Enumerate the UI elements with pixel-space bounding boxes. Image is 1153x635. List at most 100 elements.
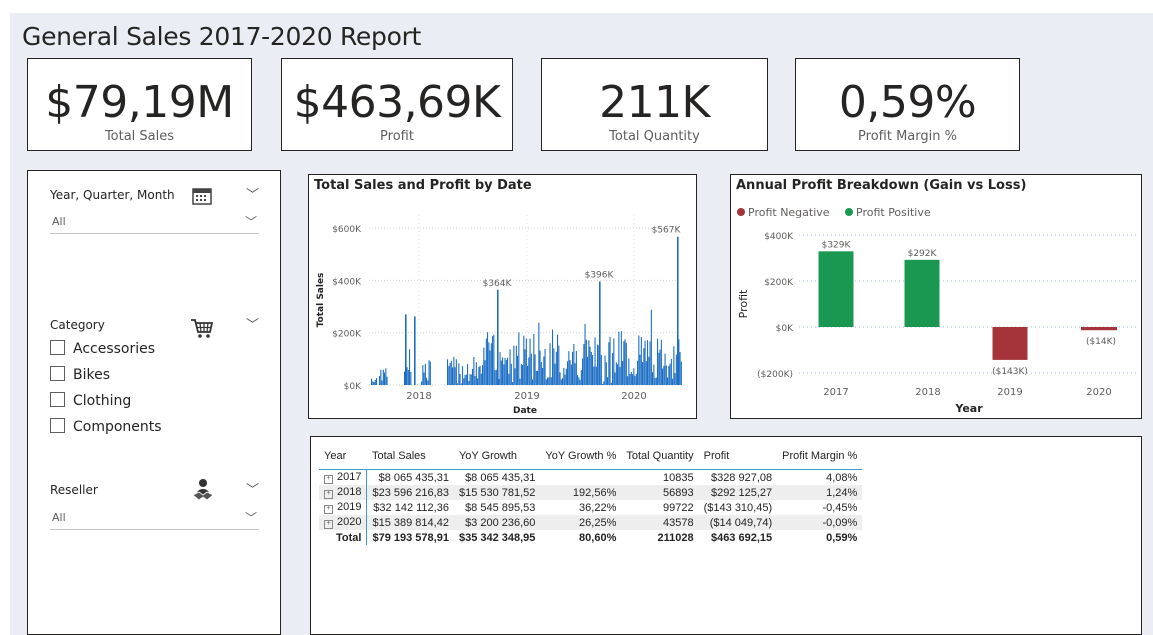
- category-slicer[interactable]: Category ﹀ Accessories Bikes Clothing Co…: [40, 308, 269, 458]
- sales-bar: [562, 378, 564, 385]
- table-row[interactable]: +2019 $32 142 112,36 $8 545 895,53 36,22…: [319, 500, 862, 515]
- table-row[interactable]: +2017 $8 065 435,31 $8 065 435,31 10835 …: [319, 469, 862, 485]
- sales-bar: [610, 382, 612, 385]
- cell: $8 545 895,53: [465, 501, 536, 514]
- chevron-down-icon[interactable]: ﹀: [246, 314, 259, 333]
- expand-icon[interactable]: +: [324, 490, 333, 499]
- table-row[interactable]: +2020 $15 389 814,42 $3 200 236,60 26,25…: [319, 515, 863, 530]
- sales-bar: [379, 376, 381, 385]
- sales-bar: [410, 372, 412, 385]
- checkbox-label: Components: [73, 419, 162, 435]
- cell: $463 692,15: [710, 531, 773, 544]
- year-cell[interactable]: +2020: [319, 515, 368, 530]
- sales-bar: [574, 363, 576, 385]
- expand-icon[interactable]: +: [324, 505, 333, 514]
- sales-bar: [422, 365, 424, 385]
- sales-bar: [479, 365, 481, 385]
- sales-bar: [637, 360, 639, 385]
- sales-bar: [532, 379, 534, 385]
- sales-bar: [627, 376, 629, 385]
- expand-icon[interactable]: +: [324, 520, 333, 529]
- checkbox-clothing[interactable]: Clothing: [50, 392, 131, 409]
- sales-bar: [657, 338, 659, 385]
- column-header[interactable]: Total Sales: [366, 443, 454, 470]
- sales-bar: [494, 370, 496, 385]
- year-cell[interactable]: +2018: [319, 485, 368, 500]
- checkbox-label: Bikes: [73, 367, 111, 383]
- sales-bar: [670, 358, 672, 385]
- sales-bar: [530, 353, 532, 385]
- dropdown-value: All: [52, 511, 66, 524]
- kpi-card-profit[interactable]: $463,69K Profit: [281, 58, 513, 151]
- sales-bar: [404, 371, 406, 385]
- chevron-down-icon[interactable]: ﹀: [246, 479, 259, 498]
- column-header[interactable]: Profit Margin %: [777, 443, 863, 470]
- sales-bar: [648, 356, 650, 385]
- sales-bar: [512, 382, 514, 385]
- kpi-card-total-quantity[interactable]: 211K Total Quantity: [541, 58, 768, 151]
- column-header[interactable]: Profit: [698, 443, 778, 470]
- column-header[interactable]: YoY Growth: [453, 443, 541, 470]
- sales-bar: [592, 355, 594, 385]
- column-header[interactable]: Year: [319, 443, 367, 470]
- reseller-dropdown[interactable]: All ﹀: [50, 507, 259, 530]
- sales-bar: [482, 365, 484, 385]
- date-slicer[interactable]: Year, Quarter, Month ﹀ All ﹀: [40, 178, 269, 293]
- sales-by-date-chart[interactable]: Total Sales and Profit by Date $0K $200K $…: [308, 174, 697, 419]
- sales-bar: [465, 374, 467, 385]
- sales-bar: [544, 349, 546, 385]
- column-header[interactable]: YoY Growth %: [540, 443, 622, 470]
- y-tick-label: $200K: [764, 278, 794, 288]
- sales-bar: [515, 345, 517, 385]
- sales-bar-peak: [677, 236, 679, 385]
- cell: 36,22%: [579, 501, 617, 514]
- profit-bar: [1081, 327, 1117, 331]
- profit-bar: [904, 259, 940, 327]
- table-row[interactable]: +2018 $23 596 216,83 $15 530 781,52 192,…: [319, 485, 863, 500]
- sales-bar: [555, 351, 557, 385]
- column-header[interactable]: Total Quantity: [621, 443, 699, 470]
- sales-bar: [600, 354, 602, 385]
- checkbox-box[interactable]: [50, 340, 65, 355]
- data-label: $567K: [652, 226, 682, 236]
- sales-bar: [630, 372, 632, 385]
- year-cell[interactable]: +2017: [319, 469, 368, 485]
- checkbox-box[interactable]: [50, 418, 65, 433]
- sales-bar: [679, 352, 681, 385]
- checkbox-accessories[interactable]: Accessories: [50, 340, 155, 357]
- sales-bar: [374, 380, 376, 385]
- sales-bar: [454, 367, 456, 385]
- checkbox-bikes[interactable]: Bikes: [50, 366, 110, 383]
- sales-bar: [605, 362, 607, 385]
- sales-bar: [645, 361, 647, 385]
- sales-bar: [560, 379, 562, 385]
- sales-bar: [480, 373, 482, 385]
- sales-bar: [385, 368, 387, 385]
- chevron-down-icon[interactable]: ﹀: [246, 184, 259, 203]
- sales-bar: [517, 355, 519, 385]
- y-tick-label: $600K: [332, 225, 362, 235]
- checkbox-box[interactable]: [50, 392, 65, 407]
- checkbox-box[interactable]: [50, 366, 65, 381]
- profit-breakdown-chart[interactable]: Annual Profit Breakdown (Gain vs Loss) P…: [730, 174, 1142, 419]
- kpi-card-profit-margin[interactable]: 0,59% Profit Margin %: [795, 58, 1020, 151]
- kpi-card-total-sales[interactable]: $79,19M Total Sales: [27, 58, 252, 151]
- expand-icon[interactable]: +: [324, 475, 333, 484]
- sales-bar: [593, 366, 595, 385]
- sales-bar: [514, 368, 516, 385]
- sales-matrix-panel[interactable]: Year Total Sales YoY Growth YoY Growth %…: [310, 436, 1142, 635]
- slicer-title: Category: [50, 318, 105, 332]
- reseller-slicer[interactable]: Reseller ﹀ All ﹀: [40, 473, 269, 623]
- checkbox-components[interactable]: Components: [50, 418, 162, 435]
- cell: 4,08%: [826, 471, 858, 484]
- year-cell[interactable]: +2019: [319, 500, 368, 515]
- kpi-label: Profit Margin %: [858, 129, 957, 144]
- sales-bar: [423, 372, 425, 385]
- sales-bar: [573, 344, 575, 385]
- sales-bar: [467, 364, 469, 385]
- sales-by-date-plot: $0K $200K $400K $600K 2018 2019 2020 Date Total …: [316, 215, 682, 416]
- date-dropdown[interactable]: All ﹀: [50, 211, 259, 234]
- sales-bar: [629, 374, 631, 385]
- sales-bar: [453, 357, 455, 385]
- cell: $23 596 216,83: [366, 485, 454, 500]
